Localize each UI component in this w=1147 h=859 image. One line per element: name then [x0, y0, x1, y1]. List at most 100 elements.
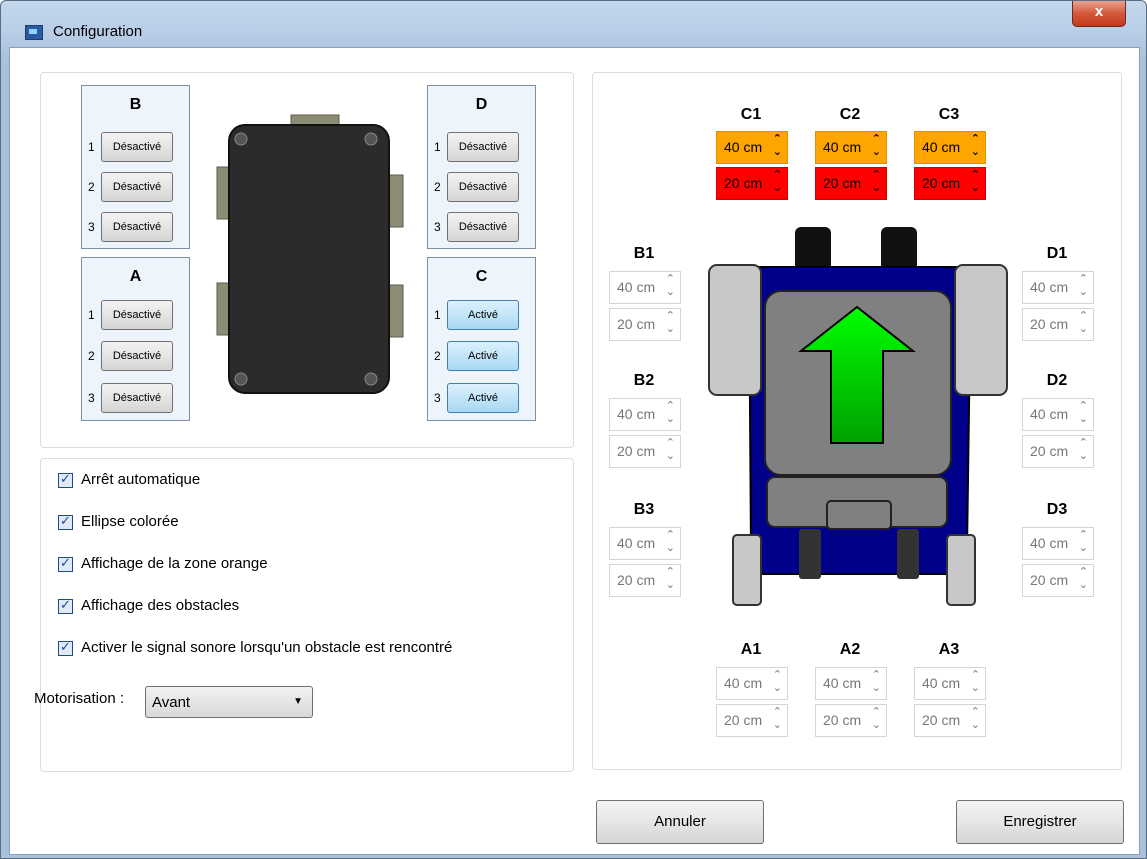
client-area: B 1 Désactivé 2 Désactivé 3 Désactivé A 1 Dé… — [9, 47, 1140, 855]
slot-number: 1 — [434, 308, 441, 322]
arrow-down-icon: ⌄ — [772, 682, 782, 694]
slot-number: 1 — [434, 140, 441, 154]
arrow-down-icon: ⌄ — [1078, 286, 1088, 298]
arrow-up-icon: ⌃ — [772, 669, 782, 681]
sensor-toggle-button[interactable]: Activé — [447, 383, 519, 413]
a2-red-distance-spinner[interactable]: 20 cm ⌃ ⌄ — [815, 704, 887, 737]
group-label: A — [129, 268, 142, 285]
d2-red-distance-spinner[interactable]: 20 cm ⌃ ⌄ — [1022, 435, 1094, 468]
slot-number: 2 — [88, 349, 95, 363]
a1-orange-distance-spinner[interactable]: 40 cm ⌃ ⌄ — [716, 667, 788, 700]
group-label: C — [475, 268, 488, 285]
checkbox-label: Affichage des obstacles — [81, 597, 240, 614]
arrow-down-icon: ⌄ — [665, 450, 675, 462]
slot-number: 3 — [88, 391, 95, 405]
arrow-down-icon: ⌄ — [1078, 542, 1088, 554]
motorisation-select[interactable]: Avant ▼ — [145, 686, 313, 718]
d3-red-distance-spinner[interactable]: 20 cm ⌃ ⌄ — [1022, 564, 1094, 597]
c1-red-distance-spinner[interactable]: 20 cm ⌃ ⌄ — [716, 167, 788, 200]
d3-orange-distance-spinner[interactable]: 40 cm ⌃ ⌄ — [1022, 527, 1094, 560]
d1-orange-distance-spinner[interactable]: 40 cm ⌃ ⌄ — [1022, 271, 1094, 304]
zone-label-c1: C1 — [740, 106, 762, 123]
slot-number: 1 — [88, 308, 95, 322]
cancel-button[interactable]: Annuler — [596, 800, 764, 844]
arrow-up-icon: ⌃ — [1078, 400, 1088, 412]
arrow-down-icon: ⌄ — [665, 579, 675, 591]
zone-label-b2: B2 — [633, 372, 655, 389]
d2-orange-distance-spinner[interactable]: 40 cm ⌃ ⌄ — [1022, 398, 1094, 431]
arrow-down-icon: ⌄ — [665, 286, 675, 298]
arrow-up-icon: ⌃ — [970, 706, 980, 718]
slot-number: 3 — [434, 220, 441, 234]
arrow-down-icon: ⌄ — [970, 182, 980, 194]
slot-number: 3 — [88, 220, 95, 234]
sensor-toggle-button[interactable]: Désactivé — [101, 300, 173, 330]
sensor-toggle-button[interactable]: Désactivé — [447, 172, 519, 202]
robot-image — [708, 227, 1008, 606]
b1-orange-distance-spinner[interactable]: 40 cm ⌃ ⌄ — [609, 271, 681, 304]
zone-label-a1: A1 — [740, 641, 762, 658]
arrow-down-icon: ⌄ — [772, 719, 782, 731]
arrow-down-icon: ⌄ — [970, 146, 980, 158]
sensor-toggle-button[interactable]: Désactivé — [101, 132, 173, 162]
c2-orange-distance-spinner[interactable]: 40 cm ⌃ ⌄ — [815, 131, 887, 164]
checkbox-label: Ellipse colorée — [81, 513, 179, 530]
slot-number: 2 — [434, 349, 441, 363]
sensor-toggle-button[interactable]: Désactivé — [101, 212, 173, 242]
arrow-down-icon: ⌄ — [970, 719, 980, 731]
controller-board-image — [216, 114, 404, 394]
checkbox-label: Arrêt automatique — [81, 471, 201, 488]
sensor-toggle-button[interactable]: Désactivé — [101, 172, 173, 202]
sensor-group-a: A 1 Désactivé 2 Désactivé 3 Désactivé — [81, 257, 190, 421]
sensor-toggle-button[interactable]: Activé — [447, 341, 519, 371]
slot-number: 1 — [88, 140, 95, 154]
arrow-down-icon: ⌄ — [1078, 450, 1088, 462]
slot-number: 2 — [88, 180, 95, 194]
b3-red-distance-spinner[interactable]: 20 cm ⌃ ⌄ — [609, 564, 681, 597]
b3-orange-distance-spinner[interactable]: 40 cm ⌃ ⌄ — [609, 527, 681, 560]
arrow-down-icon: ⌄ — [970, 682, 980, 694]
zone-label-a3: A3 — [938, 641, 960, 658]
b2-orange-distance-spinner[interactable]: 40 cm ⌃ ⌄ — [609, 398, 681, 431]
title-bar: Configuration x — [1, 1, 1146, 51]
motorisation-label: Motorisation : — [34, 690, 125, 707]
sensor-toggle-button[interactable]: Désactivé — [447, 212, 519, 242]
arrow-up-icon: ⌃ — [1078, 529, 1088, 541]
c2-red-distance-spinner[interactable]: 20 cm ⌃ ⌄ — [815, 167, 887, 200]
arrow-up-icon: ⌃ — [970, 133, 980, 145]
checkbox-label: Affichage de la zone orange — [81, 555, 268, 572]
sensor-toggle-button[interactable]: Désactivé — [101, 341, 173, 371]
checkbox-label: Activer le signal sonore lorsqu'un obsta… — [81, 639, 453, 656]
c1-orange-distance-spinner[interactable]: 40 cm ⌃ ⌄ — [716, 131, 788, 164]
b2-red-distance-spinner[interactable]: 20 cm ⌃ ⌄ — [609, 435, 681, 468]
checkbox-checked-icon — [58, 471, 73, 488]
arrow-up-icon: ⌃ — [665, 310, 675, 322]
sensor-toggle-button[interactable]: Désactivé — [101, 383, 173, 413]
arrow-up-icon: ⌃ — [871, 169, 881, 181]
arrow-down-icon: ⌄ — [1078, 413, 1088, 425]
arrow-down-icon: ⌄ — [665, 542, 675, 554]
arrow-up-icon: ⌃ — [772, 706, 782, 718]
d1-red-distance-spinner[interactable]: 20 cm ⌃ ⌄ — [1022, 308, 1094, 341]
b1-red-distance-spinner[interactable]: 20 cm ⌃ ⌄ — [609, 308, 681, 341]
arrow-up-icon: ⌃ — [665, 437, 675, 449]
slot-number: 3 — [434, 391, 441, 405]
arrow-up-icon: ⌃ — [665, 529, 675, 541]
arrow-down-icon: ⌄ — [871, 719, 881, 731]
zone-label-b3: B3 — [633, 501, 655, 518]
arrow-up-icon: ⌃ — [871, 706, 881, 718]
checkbox-checked-icon — [58, 555, 73, 572]
arrow-up-icon: ⌃ — [1078, 273, 1088, 285]
a3-orange-distance-spinner[interactable]: 40 cm ⌃ ⌄ — [914, 667, 986, 700]
sensor-toggle-button[interactable]: Désactivé — [447, 132, 519, 162]
c3-red-distance-spinner[interactable]: 20 cm ⌃ ⌄ — [914, 167, 986, 200]
close-button[interactable]: x — [1072, 1, 1126, 27]
sensor-toggle-button[interactable]: Activé — [447, 300, 519, 330]
a1-red-distance-spinner[interactable]: 20 cm ⌃ ⌄ — [716, 704, 788, 737]
checkbox-checked-icon — [58, 639, 73, 656]
a2-orange-distance-spinner[interactable]: 40 cm ⌃ ⌄ — [815, 667, 887, 700]
chevron-down-icon: ▼ — [293, 696, 303, 707]
save-button[interactable]: Enregistrer — [956, 800, 1124, 844]
c3-orange-distance-spinner[interactable]: 40 cm ⌃ ⌄ — [914, 131, 986, 164]
a3-red-distance-spinner[interactable]: 20 cm ⌃ ⌄ — [914, 704, 986, 737]
